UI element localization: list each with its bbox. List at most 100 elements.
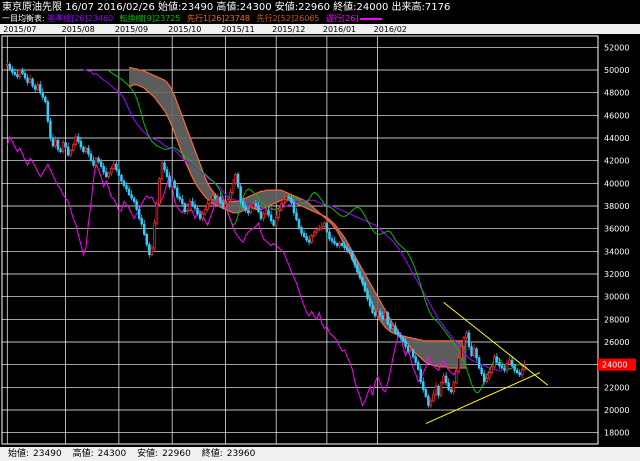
candle-body: [117, 169, 121, 176]
candle-body: [153, 222, 156, 249]
candle: [11, 65, 14, 76]
open-value: 23490: [181, 2, 214, 13]
candle-body: [434, 385, 438, 395]
candle-body: [457, 357, 461, 372]
candle: [300, 225, 303, 237]
candle: [318, 224, 321, 232]
candle-body: [427, 396, 430, 406]
candle: [447, 378, 450, 392]
x-tick-2015-08: 2015/08: [62, 25, 95, 34]
candle: [18, 68, 22, 80]
candle-body: [216, 196, 220, 199]
candle: [475, 347, 478, 361]
candle-body: [193, 204, 197, 209]
candle-body: [178, 196, 182, 200]
candle-body: [345, 247, 349, 251]
candle-body: [94, 158, 98, 166]
x-tick-2015-10: 2015/10: [168, 25, 201, 34]
candle-body: [168, 176, 171, 188]
candle-body: [148, 244, 151, 256]
candle-body: [439, 382, 443, 396]
candle: [69, 148, 72, 158]
candle-body: [160, 162, 164, 180]
candle-body: [110, 168, 113, 174]
candle-body: [366, 290, 369, 300]
candle: [41, 88, 45, 101]
candle: [521, 365, 524, 378]
candle-body: [99, 161, 103, 167]
candle-body: [97, 158, 100, 163]
candle-body: [277, 210, 280, 218]
candle-body: [143, 223, 146, 235]
candle-body: [411, 349, 415, 358]
candle: [427, 394, 430, 408]
candle: [31, 77, 34, 89]
candle: [239, 183, 242, 205]
legend-senkou-b: 先行2[52]26065: [256, 14, 320, 23]
candle: [386, 310, 390, 326]
candle: [513, 364, 516, 374]
candle: [21, 67, 24, 76]
candle: [163, 159, 166, 173]
candle: [196, 206, 199, 216]
candle-body: [515, 369, 519, 373]
candle-body: [399, 334, 402, 338]
x-tick-2016-01: 2016/01: [323, 25, 356, 34]
candle-body: [241, 201, 245, 208]
candle-body: [460, 346, 463, 359]
candle: [117, 165, 121, 179]
candle-body: [44, 96, 47, 103]
candle-body: [214, 195, 217, 199]
candle-body: [46, 101, 50, 122]
candle-body: [381, 315, 384, 320]
candle-body: [290, 197, 293, 203]
candle-body: [28, 78, 32, 83]
candle: [472, 344, 476, 358]
y-tick-26000: 26000: [604, 338, 629, 347]
candle: [333, 236, 336, 246]
candle: [437, 384, 440, 399]
candle-body: [419, 368, 423, 383]
y-tick-28000: 28000: [604, 315, 629, 324]
candle-body: [165, 169, 169, 177]
candle-body: [462, 337, 466, 347]
candle-body: [254, 203, 258, 207]
ichimoku-cloud: [128, 67, 467, 369]
candle-body: [104, 171, 108, 177]
y-tick-30000: 30000: [604, 293, 629, 302]
candle: [429, 397, 433, 409]
x-tick-2015-09: 2015/09: [115, 25, 148, 34]
candle: [61, 139, 65, 154]
candle-body: [39, 84, 42, 94]
candle-body: [115, 163, 118, 171]
candle-body: [56, 139, 60, 150]
candle-body: [267, 210, 270, 216]
candle-body: [130, 194, 133, 199]
candle-body: [198, 213, 202, 219]
candle-body: [140, 218, 143, 225]
candle-body: [26, 77, 29, 83]
cloud-area: [129, 67, 467, 369]
candle: [335, 241, 339, 249]
candle-body: [477, 357, 481, 369]
y-tick-34000: 34000: [604, 247, 629, 256]
candle: [158, 177, 161, 206]
candle: [414, 354, 417, 366]
candle: [26, 74, 29, 86]
candle-body: [59, 148, 62, 152]
candle-body: [465, 332, 468, 338]
candle: [295, 208, 298, 222]
candle: [206, 199, 209, 212]
candle-body: [485, 377, 488, 383]
candle: [145, 232, 149, 247]
candle: [305, 232, 308, 243]
candle: [181, 194, 184, 206]
candle-body: [224, 203, 227, 208]
candle-body: [74, 136, 77, 146]
candle: [104, 167, 108, 179]
chikou-line: [6, 135, 460, 407]
price-tag-text: 24000: [602, 361, 627, 370]
candle-body: [11, 68, 14, 73]
candle-body: [219, 196, 222, 203]
footer-low: 安値: 22960: [137, 449, 191, 459]
